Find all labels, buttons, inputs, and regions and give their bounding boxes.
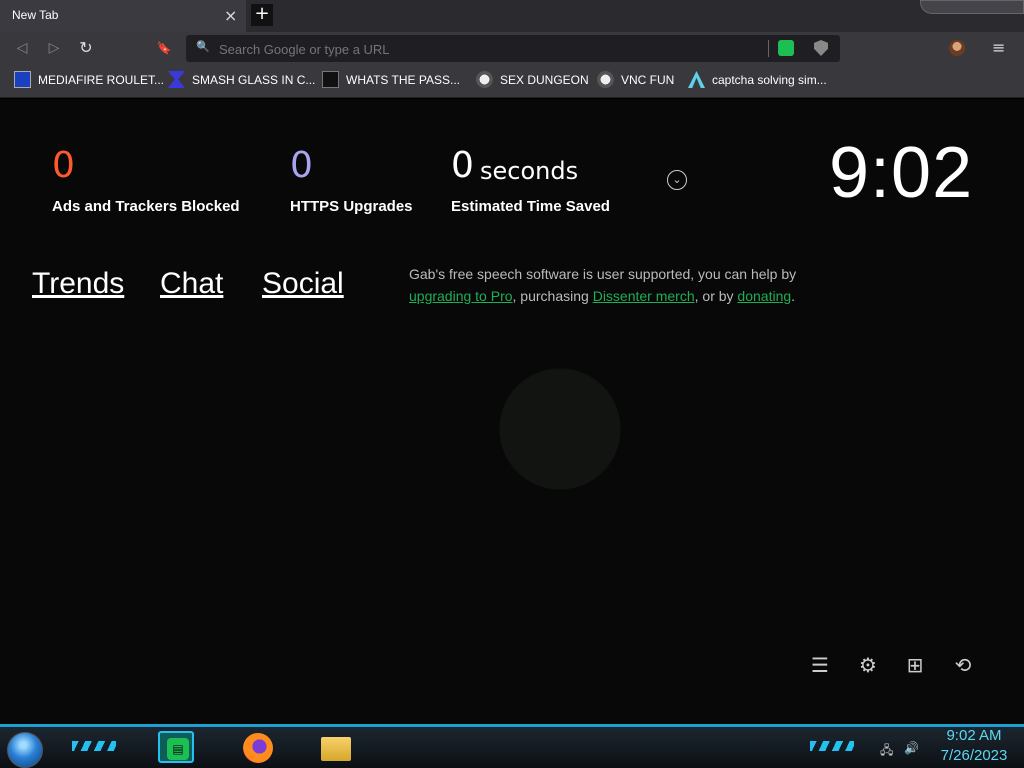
time-saved-value: 0 — [451, 145, 474, 186]
lock-icon — [322, 71, 339, 88]
pirate-icon — [597, 71, 614, 88]
tab-new-tab[interactable]: New Tab × — [0, 0, 246, 32]
bookmark-label: SEX DUNGEON — [500, 73, 589, 87]
https-count: 0 — [290, 145, 313, 186]
taskbar-app-dissenter[interactable]: ▤ — [158, 731, 194, 763]
taskbar-decoration — [72, 741, 116, 751]
trackers-label: Ads and Trackers Blocked — [52, 198, 240, 215]
https-label: HTTPS Upgrades — [290, 198, 413, 215]
time-saved-unit: seconds — [480, 157, 579, 185]
browser-titlebar: New Tab × + — [0, 0, 1024, 32]
pirate-icon — [476, 71, 493, 88]
bookmarks-icon[interactable]: ⊞ — [903, 653, 927, 677]
taskbar-decoration — [810, 741, 854, 751]
time-saved-label: Estimated Time Saved — [451, 198, 610, 215]
settings-icon[interactable]: ⚙ — [856, 653, 880, 677]
tab-close-icon[interactable]: × — [224, 6, 237, 25]
taskbar: ▤ 🖧 🔊 9:02 AM 7/26/2023 — [0, 724, 1024, 768]
window-frame-decoration — [920, 0, 1024, 14]
bookmark-icon[interactable]: 🔖 — [154, 38, 174, 58]
firefox-icon — [243, 733, 273, 763]
reload-button[interactable]: ↻ — [76, 38, 96, 58]
blurb-text: , or by — [694, 288, 738, 304]
donate-link[interactable]: donating — [737, 288, 791, 304]
smash-icon — [168, 71, 185, 88]
bookmark-label: SMASH GLASS IN C... — [192, 73, 316, 87]
new-tab-page: 0 Ads and Trackers Blocked 0 HTTPS Upgra… — [0, 99, 1024, 724]
forward-button[interactable]: ▷ — [44, 38, 64, 58]
taskbar-app-firefox[interactable] — [240, 731, 276, 763]
upgrade-pro-link[interactable]: upgrading to Pro — [409, 288, 513, 304]
dissenter-extension-icon[interactable] — [778, 40, 794, 56]
merch-link[interactable]: Dissenter merch — [593, 288, 695, 304]
support-message: Gab's free speech software is user suppo… — [409, 263, 809, 307]
bookmarks-bar: MEDIAFIRE ROULET... SMASH GLASS IN C... … — [0, 64, 1024, 98]
taskbar-date[interactable]: 7/26/2023 — [934, 747, 1014, 764]
social-link[interactable]: Social — [262, 267, 344, 301]
taskbar-app-explorer[interactable] — [318, 731, 354, 763]
clock: 9:02 — [829, 133, 974, 213]
network-icon[interactable]: 🖧 — [880, 741, 893, 762]
browser-menu-icon[interactable]: ≡ — [992, 38, 1005, 57]
trends-link[interactable]: Trends — [32, 267, 124, 301]
omnibox-divider — [768, 40, 769, 57]
blurb-text: , purchasing — [512, 288, 593, 304]
folder-icon — [321, 737, 351, 761]
taskbar-time[interactable]: 9:02 AM — [938, 727, 1010, 744]
customize-icon[interactable]: ☰ — [808, 653, 832, 677]
history-icon[interactable]: ⟲ — [951, 653, 975, 677]
mediafire-icon — [14, 71, 31, 88]
back-button[interactable]: ◁ — [12, 38, 32, 58]
bookmark-label: VNC FUN — [621, 73, 675, 87]
bookmark-label: WHATS THE PASS... — [346, 73, 461, 87]
tab-title: New Tab — [12, 8, 59, 22]
blurb-text: . — [791, 288, 796, 304]
blurb-text: Gab's free speech software is user suppo… — [409, 266, 797, 282]
volume-icon[interactable]: 🔊 — [904, 741, 919, 755]
start-button[interactable] — [7, 732, 43, 768]
new-tab-button[interactable]: + — [251, 4, 273, 26]
trackers-count: 0 — [52, 145, 75, 186]
chevron-down-icon[interactable]: ⌄ — [667, 170, 687, 190]
bookmark-label: captcha solving sim... — [712, 73, 827, 87]
address-bar[interactable]: 🔍 — [186, 35, 840, 62]
dissenter-icon: ▤ — [167, 738, 189, 760]
chat-link[interactable]: Chat — [160, 267, 223, 301]
bookmark-label: MEDIAFIRE ROULET... — [38, 73, 165, 87]
profile-avatar[interactable] — [949, 40, 965, 56]
search-icon: 🔍 — [196, 40, 210, 53]
shield-icon[interactable] — [814, 40, 828, 56]
address-input[interactable] — [219, 39, 739, 59]
triangle-icon — [688, 71, 705, 88]
screen: New Tab × + ◁ ▷ ↻ 🔖 🔍 ≡ MEDIAFIRE ROULET… — [0, 0, 1024, 768]
